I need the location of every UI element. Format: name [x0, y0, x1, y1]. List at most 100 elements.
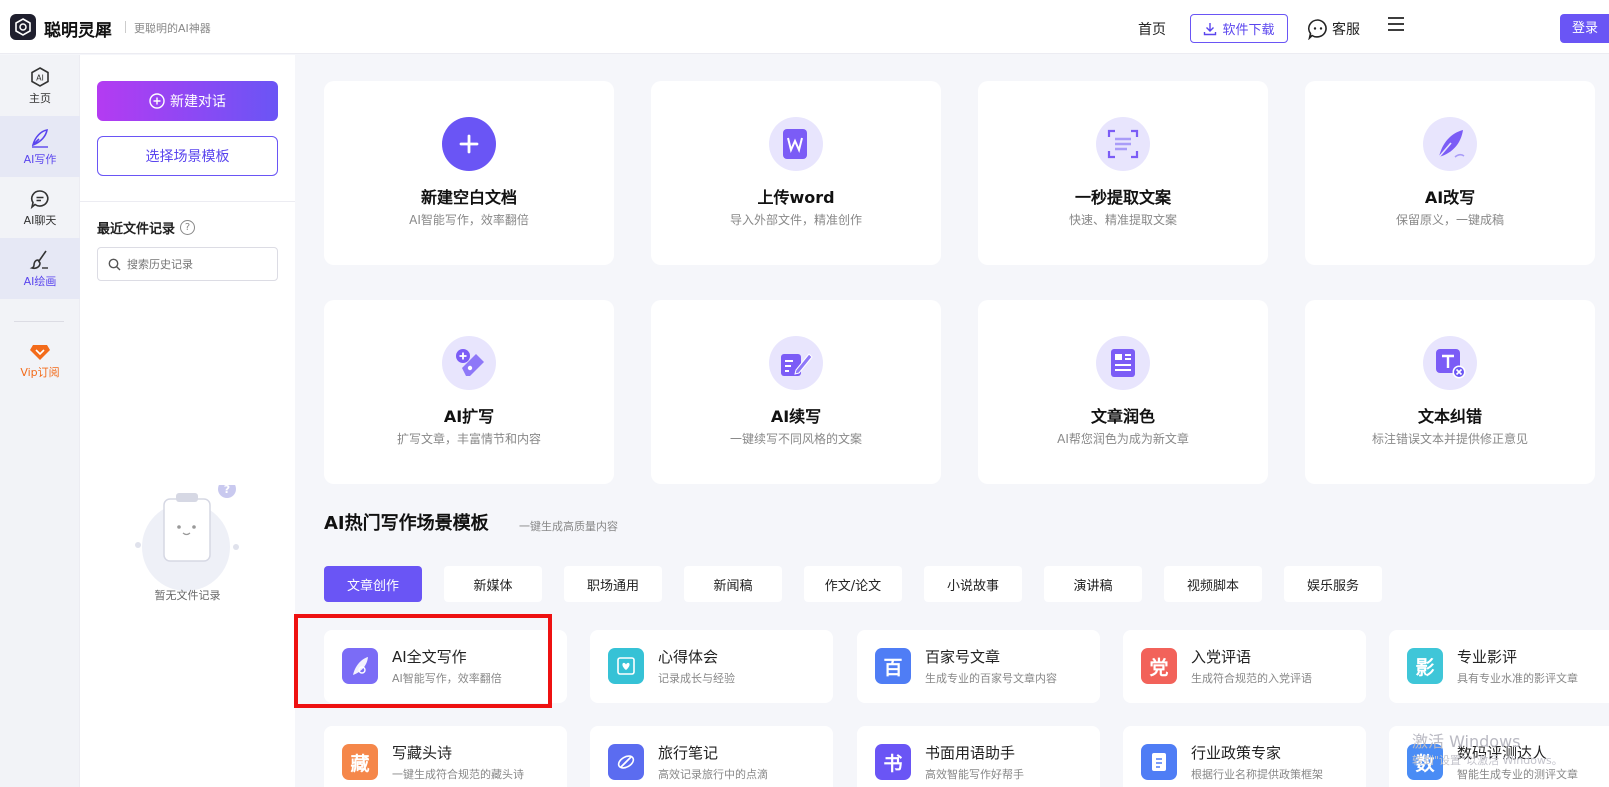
help-icon[interactable]: ?: [180, 220, 196, 235]
book-icon: 书: [875, 744, 911, 780]
card-title: 文章润色: [1090, 407, 1155, 426]
windows-activation-hint: 转到"设置"以激活 Windows。: [1412, 754, 1563, 767]
template-subtitle: 记录成长与经验: [658, 672, 735, 685]
download-label: 软件下载: [1222, 23, 1275, 38]
word-icon: [769, 117, 823, 171]
template-travel-notes[interactable]: 旅行笔记 高效记录旅行中的点滴: [590, 726, 833, 787]
rail-item-ai-writing[interactable]: AI写作: [0, 116, 80, 177]
scan-text-icon: [1096, 117, 1150, 171]
rail-item-home[interactable]: AI 主页: [0, 55, 80, 116]
tab-novel[interactable]: 小说故事: [924, 566, 1022, 602]
app-name[interactable]: 聪明灵犀: [44, 16, 112, 41]
tab-new-media[interactable]: 新媒体: [444, 566, 542, 602]
card-ai-rewrite[interactable]: AI改写 保留原义，一键成稿: [1305, 81, 1595, 265]
tab-video-script[interactable]: 视频脚本: [1164, 566, 1262, 602]
template-baijiahao-article[interactable]: 百 百家号文章 生成专业的百家号文章内容: [857, 630, 1100, 703]
template-title: 专业影评: [1457, 648, 1518, 666]
nav-home-link[interactable]: 首页: [1138, 19, 1166, 39]
recent-files-label: 最近文件记录: [97, 222, 176, 237]
template-reflection[interactable]: 心得体会 记录成长与经验: [590, 630, 833, 703]
search-icon: [108, 258, 121, 270]
plus-circle-icon: [149, 93, 165, 109]
party-icon: 党: [1141, 648, 1177, 684]
feather-icon: [1423, 117, 1477, 171]
heart-book-icon: [608, 648, 644, 684]
film-icon: 影: [1407, 648, 1443, 684]
card-subtitle: 快速、精准提取文案: [1068, 213, 1177, 227]
rail-item-vip[interactable]: Vip订阅: [0, 330, 80, 391]
template-title: 行业政策专家: [1191, 744, 1282, 762]
history-search-box[interactable]: [97, 247, 278, 281]
tab-press-release[interactable]: 新闻稿: [684, 566, 782, 602]
rail-label: AI聊天: [23, 213, 57, 227]
card-subtitle: 导入外部文件，精准创作: [729, 213, 862, 227]
tab-entertainment[interactable]: 娱乐服务: [1284, 566, 1382, 602]
app-slogan: 更聪明的AI神器: [134, 22, 211, 35]
poem-icon: 藏: [342, 744, 378, 780]
rail-label: AI绘画: [23, 274, 57, 288]
rail-label: Vip订阅: [20, 365, 60, 379]
card-ai-continue[interactable]: AI续写 一键续写不同风格的文案: [651, 300, 941, 484]
windows-activation-watermark: 激活 Windows: [1412, 732, 1521, 751]
card-title: 新建空白文档: [420, 188, 517, 207]
history-search-input[interactable]: [127, 257, 267, 271]
card-title: 一秒提取文案: [1074, 188, 1171, 207]
card-text-correction[interactable]: 文本纠错 标注错误文本并提供修正意见: [1305, 300, 1595, 484]
template-subtitle: 高效记录旅行中的点滴: [658, 768, 768, 781]
highlight-box: [294, 614, 552, 708]
hamburger-menu-icon[interactable]: [1387, 16, 1405, 36]
template-industry-policy[interactable]: 行业政策专家 根据行业名称提供政策框架: [1123, 726, 1366, 787]
card-subtitle: 扩写文章，丰富情节和内容: [396, 432, 541, 446]
card-subtitle: AI帮您润色为成为新文章: [1057, 432, 1189, 446]
card-title: 上传word: [757, 188, 835, 207]
recent-files-heading: 最近文件记录 ?: [97, 218, 196, 237]
chat-icon: [30, 189, 49, 209]
brain-logo-icon[interactable]: [10, 14, 36, 40]
tab-workplace[interactable]: 职场通用: [564, 566, 662, 602]
svg-text:?: ?: [224, 485, 230, 496]
vip-diamond-icon: [30, 344, 50, 360]
card-new-blank-doc[interactable]: 新建空白文档 AI智能写作，效率翻倍: [324, 81, 614, 265]
template-written-language[interactable]: 书 书面用语助手 高效智能写作好帮手: [857, 726, 1100, 787]
card-upload-word[interactable]: 上传word 导入外部文件，精准创作: [651, 81, 941, 265]
login-button[interactable]: 登录: [1560, 14, 1609, 43]
pen-icon: [31, 128, 48, 148]
card-title: AI续写: [770, 407, 822, 426]
card-ai-expand[interactable]: AI扩写 扩写文章，丰富情节和内容: [324, 300, 614, 484]
tab-essay[interactable]: 作文/论文: [804, 566, 902, 602]
card-extract-text[interactable]: 一秒提取文案 快速、精准提取文案: [978, 81, 1268, 265]
rail-label: 主页: [29, 91, 51, 105]
tab-speech[interactable]: 演讲稿: [1044, 566, 1142, 602]
template-acrostic-poem[interactable]: 藏 写藏头诗 一键生成符合规范的藏头诗: [324, 726, 567, 787]
tab-article[interactable]: 文章创作: [324, 566, 422, 602]
template-title: 入党评语: [1191, 648, 1252, 666]
side-panel: 新建对话 选择场景模板 最近文件记录 ? ? 暂无文件记录: [80, 55, 295, 787]
card-title: AI改写: [1424, 188, 1476, 207]
template-party-comment[interactable]: 党 入党评语 生成符合规范的入党评语: [1123, 630, 1366, 703]
home-icon: AI: [31, 66, 49, 87]
customer-service-link[interactable]: 客服: [1307, 18, 1360, 40]
template-title: 写藏头诗: [392, 744, 453, 762]
template-subtitle: 生成专业的百家号文章内容: [925, 672, 1057, 685]
svg-text:AI: AI: [36, 73, 44, 82]
rail-item-ai-chat[interactable]: AI聊天: [0, 177, 80, 238]
select-template-button[interactable]: 选择场景模板: [97, 136, 278, 176]
rail-item-ai-drawing[interactable]: AI绘画: [0, 238, 80, 299]
template-film-review[interactable]: 影 专业影评 具有专业水准的影评文章: [1389, 630, 1609, 703]
empty-clipboard-illustration: ?: [126, 480, 246, 595]
card-subtitle: 一键续写不同风格的文案: [729, 432, 862, 446]
template-title: 旅行笔记: [658, 744, 719, 762]
template-subtitle: 一键生成符合规范的藏头诗: [392, 768, 524, 781]
travel-icon: [608, 744, 644, 780]
card-title: AI扩写: [443, 407, 495, 426]
template-subtitle: 高效智能写作好帮手: [925, 768, 1024, 781]
download-button[interactable]: 软件下载: [1190, 14, 1288, 43]
card-polish-article[interactable]: 文章润色 AI帮您润色为成为新文章: [978, 300, 1268, 484]
card-title: 文本纠错: [1417, 407, 1482, 426]
new-chat-label: 新建对话: [170, 94, 226, 110]
empty-files-text: 暂无文件记录: [154, 589, 221, 602]
template-title: 书面用语助手: [925, 744, 1016, 762]
plus-icon: [442, 117, 496, 171]
rail-divider: [14, 321, 64, 322]
new-chat-button[interactable]: 新建对话: [97, 81, 278, 121]
